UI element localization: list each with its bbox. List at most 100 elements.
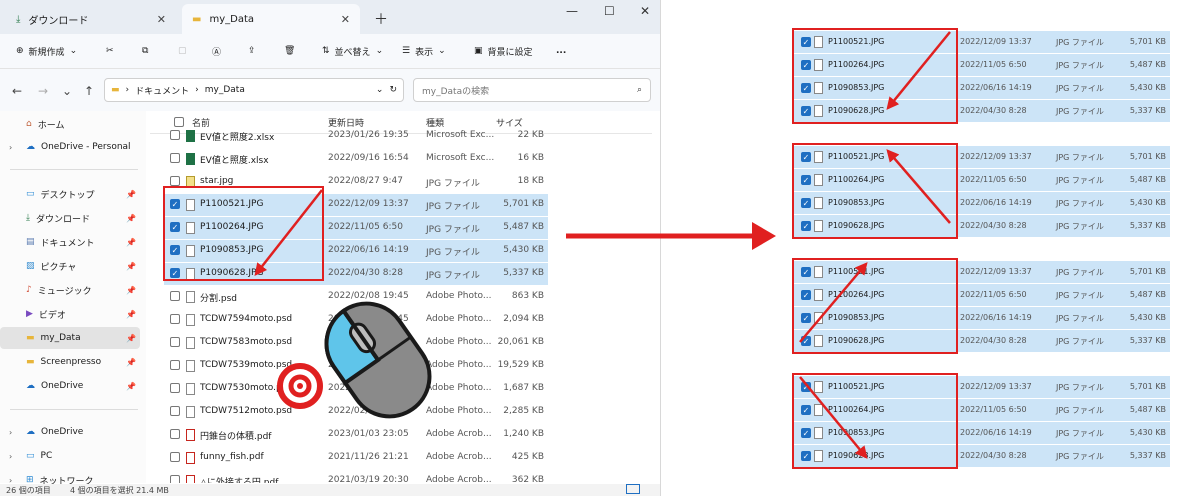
- row-checkbox[interactable]: ✓: [170, 245, 180, 255]
- chevron-down-icon: ⌄: [375, 46, 384, 56]
- row-checkbox[interactable]: ✓: [170, 268, 180, 278]
- close-icon[interactable]: ✕: [341, 13, 350, 26]
- video-icon: ▶: [26, 309, 33, 319]
- paste-icon[interactable]: ▢: [178, 42, 187, 60]
- sidebar-item-onedrive[interactable]: › ☁ OneDrive: [0, 421, 140, 443]
- file-size: 5,701 KB: [1129, 37, 1166, 46]
- cut-icon[interactable]: ✂: [106, 42, 114, 60]
- row-checkbox[interactable]: ✓: [170, 222, 180, 232]
- close-icon[interactable]: ✕: [157, 13, 166, 26]
- sidebar-item-onedrive-pinned[interactable]: ☁ OneDrive 📌: [0, 375, 140, 397]
- row-checkbox[interactable]: [170, 153, 180, 163]
- table-row[interactable]: EV値と照度2.xlsx 2023/01/26 19:35 Microsoft Ex…: [164, 125, 548, 147]
- chevron-right-icon[interactable]: ›: [9, 452, 12, 461]
- address-bar[interactable]: ▬ › ドキュメント › my_Data ⌄ ↻: [104, 78, 404, 102]
- row-checkbox[interactable]: [170, 130, 180, 140]
- table-row[interactable]: ✓ P1090853.JPG 2022/06/16 14:19 JPG ファイル 5,4…: [164, 240, 548, 262]
- forward-icon[interactable]: →: [38, 84, 48, 98]
- chevron-right-icon[interactable]: ›: [9, 143, 12, 152]
- file-date: 2022/11/05 6:50: [960, 290, 1027, 299]
- refresh-icon[interactable]: ↻: [389, 85, 397, 95]
- sidebar-item-music[interactable]: ♪ ミュージック 📌: [0, 279, 140, 301]
- row-checkbox[interactable]: [170, 176, 180, 186]
- sidebar-item-documents[interactable]: ▤ ドキュメント 📌: [0, 231, 140, 253]
- minimize-icon[interactable]: —: [566, 4, 578, 18]
- table-row[interactable]: funny_fish.pdf 2021/11/26 21:21 Adobe Acro…: [164, 447, 548, 469]
- row-checkbox[interactable]: [170, 475, 180, 483]
- sidebar-item-pc[interactable]: › ▭ PC: [0, 445, 140, 467]
- file-type: Adobe Photo...: [426, 383, 492, 393]
- table-row[interactable]: 円錐台の体積.pdf 2023/01/03 23:05 Adobe Acrob...…: [164, 424, 548, 446]
- close-window-icon[interactable]: ✕: [640, 4, 650, 18]
- chevron-down-icon[interactable]: ⌄: [376, 85, 384, 95]
- table-row[interactable]: ✓ P1100264.JPG 2022/11/05 6:50 JPG ファイル 5,48…: [164, 217, 548, 239]
- row-checkbox[interactable]: [170, 429, 180, 439]
- rename-icon[interactable]: Ⓐ: [212, 42, 221, 60]
- delete-icon[interactable]: 🗑: [284, 42, 295, 60]
- breadcrumb-item[interactable]: ドキュメント: [135, 84, 189, 97]
- table-row[interactable]: EV値と照度.xlsx 2022/09/16 16:54 Microsoft Exc…: [164, 148, 548, 170]
- search-input[interactable]: my_Dataの検索 ⌕: [413, 78, 651, 102]
- share-icon[interactable]: ⇪: [248, 42, 256, 60]
- sidebar-item-onedrive-personal[interactable]: › ☁ OneDrive - Personal: [0, 136, 140, 158]
- row-checkbox[interactable]: [170, 314, 180, 324]
- table-row[interactable]: TCDW7512moto.psd 2022/02/08 19:45 Adobe Ph…: [164, 401, 548, 423]
- row-checkbox[interactable]: [170, 383, 180, 393]
- file-date: 2022/02/08 19:45: [328, 291, 409, 301]
- table-row[interactable]: △に外接する円.pdf 2021/03/19 20:30 Adobe Acrob..…: [164, 470, 548, 483]
- sort-button[interactable]: ⇅ 並べ替え ⌄: [322, 42, 383, 60]
- table-row[interactable]: TCDW7530moto.psd 2022/02/08 19:45 Adobe Ph…: [164, 378, 548, 400]
- tab-downloads[interactable]: ⤓ ダウンロード ✕: [6, 4, 176, 34]
- row-checkbox[interactable]: [170, 337, 180, 347]
- file-size: 5,487 KB: [1129, 405, 1166, 414]
- sidebar-item-downloads[interactable]: ⤓ ダウンロード 📌: [0, 207, 140, 229]
- chevron-down-icon[interactable]: ⌄: [62, 84, 72, 98]
- view-button[interactable]: ☰ 表示 ⌄: [402, 42, 446, 60]
- set-background-button[interactable]: ▣ 背景に設定: [474, 42, 533, 60]
- command-bar: ⊕ 新規作成 ⌄ ✂ ⧉ ▢ Ⓐ ⇪ 🗑 ⇅ 並べ替え ⌄ ☰ 表示 ⌄ ▣ 背…: [0, 34, 660, 69]
- row-checkbox[interactable]: ✓: [170, 199, 180, 209]
- back-icon[interactable]: ←: [12, 84, 22, 98]
- file-date: 2022/12/09 13:37: [960, 267, 1032, 276]
- more-button[interactable]: ...: [556, 42, 566, 60]
- sidebar-item-pictures[interactable]: ▨ ピクチャ 📌: [0, 255, 140, 277]
- sidebar-item-home[interactable]: ⌂ ホーム: [0, 113, 140, 135]
- chevron-right-icon[interactable]: ›: [9, 428, 12, 437]
- sidebar-item-desktop[interactable]: ▭ デスクトップ 📌: [0, 183, 140, 205]
- file-date: 2022/11/05 6:50: [960, 405, 1027, 414]
- file-date: 2023/01/03 23:05: [328, 429, 409, 439]
- table-row[interactable]: TCDW7594moto.psd 2022/02/08 19:45 Adobe Ph…: [164, 309, 548, 331]
- file-date: 2022/02/08 19:45: [328, 383, 409, 393]
- row-checkbox[interactable]: [170, 360, 180, 370]
- file-date: 2022/06/16 14:19: [960, 198, 1032, 207]
- file-size: 18 KB: [517, 176, 544, 186]
- up-icon[interactable]: ↑: [84, 84, 94, 98]
- file-icon: [186, 360, 195, 372]
- file-size: 5,487 KB: [503, 222, 544, 232]
- copy-icon[interactable]: ⧉: [142, 42, 148, 60]
- file-size: 1,240 KB: [503, 429, 544, 439]
- details-view-toggle[interactable]: [626, 484, 640, 494]
- file-date: 2022/06/16 14:19: [960, 83, 1032, 92]
- table-row[interactable]: 分割.psd 2022/02/08 19:45 Adobe Photo... 863 …: [164, 286, 548, 308]
- pc-icon: ▭: [26, 451, 35, 461]
- row-checkbox[interactable]: [170, 291, 180, 301]
- table-row[interactable]: TCDW7583moto.psd 2022/02/08 19:45 Adobe Ph…: [164, 332, 548, 354]
- table-row[interactable]: star.jpg 2022/08/27 9:47 JPG ファイル 18 KB: [164, 171, 548, 193]
- row-checkbox[interactable]: [170, 406, 180, 416]
- sidebar-item-my-data[interactable]: ▬ my_Data 📌: [0, 327, 140, 349]
- new-tab-button[interactable]: ＋: [374, 9, 388, 29]
- row-checkbox[interactable]: [170, 452, 180, 462]
- sidebar-item-screenpresso[interactable]: ▬ Screenpresso 📌: [0, 351, 140, 373]
- new-button[interactable]: ⊕ 新規作成 ⌄: [16, 42, 77, 60]
- breadcrumb-item[interactable]: my_Data: [205, 85, 245, 95]
- sidebar-item-videos[interactable]: ▶ ビデオ 📌: [0, 303, 140, 325]
- table-row[interactable]: TCDW7539moto.psd 2022/02/08 19:45 Adobe Ph…: [164, 355, 548, 377]
- maximize-icon[interactable]: ☐: [604, 4, 615, 18]
- tab-my-data[interactable]: ▬ my_Data ✕: [182, 4, 360, 34]
- file-name: TCDW7583moto.psd: [200, 337, 293, 347]
- table-row[interactable]: ✓ P1090628.JPG 2022/04/30 8:28 JPG ファイル 5,33…: [164, 263, 548, 285]
- view-icon: ☰: [402, 46, 411, 56]
- table-row[interactable]: ✓ P1100521.JPG 2022/12/09 13:37 JPG ファイル 5,7…: [164, 194, 548, 216]
- file-type: JPG ファイル: [1056, 337, 1104, 346]
